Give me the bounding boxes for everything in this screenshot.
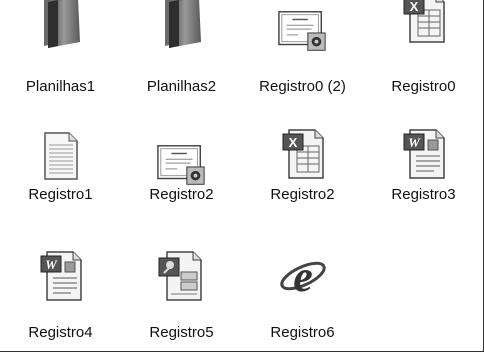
excel-document-icon: X (398, 0, 450, 46)
file-label: Registro0 (391, 78, 456, 95)
certificate-icon (277, 4, 329, 60)
file-item-registro0[interactable]: X Registro0 (363, 0, 484, 116)
file-item-registro2-certificate[interactable]: Registro2 (121, 116, 242, 232)
file-item-planilhas1[interactable]: Planilhas1 (0, 0, 121, 116)
internet-explorer-icon: e (277, 248, 329, 304)
file-label: Registro0 (2) (259, 78, 346, 95)
file-label: Registro5 (149, 324, 214, 341)
file-label: Registro6 (270, 324, 335, 341)
text-document-icon (35, 128, 87, 184)
file-icon-grid: Planilhas1 Planilhas2 Registro0 (2) X Re… (0, 0, 484, 352)
folder-icon (35, 0, 87, 50)
file-label: Registro2 (270, 186, 335, 203)
file-explorer-window: Planilhas1 Planilhas2 Registro0 (2) X Re… (0, 0, 484, 352)
file-item-registro3[interactable]: W Registro3 (363, 116, 484, 232)
file-item-planilhas2[interactable]: Planilhas2 (121, 0, 242, 116)
file-label: Planilhas1 (25, 78, 96, 95)
file-label: Registro2 (149, 186, 214, 203)
svg-text:e: e (293, 252, 313, 301)
svg-text:W: W (408, 135, 421, 150)
folder-icon (156, 0, 208, 50)
file-item-registro2-spreadsheet[interactable]: X Registro2 (242, 116, 363, 232)
excel-document-icon: X (277, 126, 329, 182)
file-label: Registro1 (28, 186, 93, 203)
word-document-icon: W (35, 248, 87, 304)
file-label: Planilhas2 (146, 78, 217, 95)
file-item-registro5[interactable]: Registro5 (121, 232, 242, 352)
word-document-icon: W (398, 126, 450, 182)
file-item-registro4[interactable]: W Registro4 (0, 232, 121, 352)
svg-text:W: W (45, 257, 58, 272)
publisher-document-icon (156, 248, 208, 304)
svg-text:X: X (409, 0, 418, 14)
file-item-registro6[interactable]: e Registro6 (242, 232, 363, 352)
svg-text:X: X (288, 135, 297, 150)
file-label: Registro4 (28, 324, 93, 341)
file-item-registro1[interactable]: Registro1 (0, 116, 121, 232)
file-label: Registro3 (391, 186, 456, 203)
file-item-registro0-2[interactable]: Registro0 (2) (242, 0, 363, 116)
